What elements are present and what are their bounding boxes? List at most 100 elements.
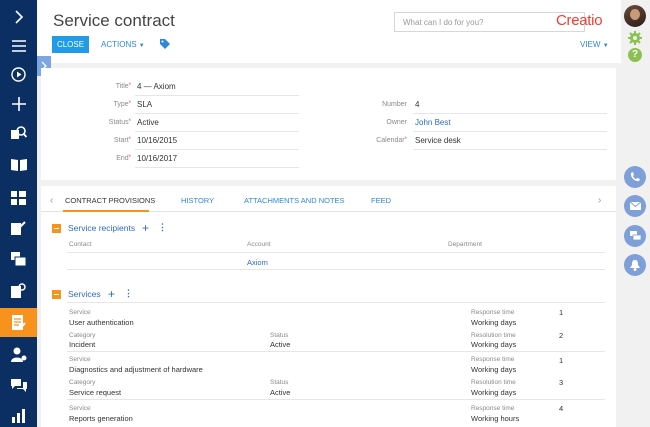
more-menu-icon[interactable]: ⋮ (124, 288, 133, 299)
status-value: Active (137, 118, 159, 127)
service-name: Reports generation (69, 414, 133, 423)
gear-icon[interactable] (628, 31, 642, 45)
tools-icon (11, 283, 26, 298)
sidebar-chat-button[interactable] (0, 371, 37, 400)
tag-icon[interactable] (160, 39, 170, 49)
chat-icon (10, 378, 27, 392)
title-value: 4 — Axiom (137, 82, 176, 91)
label-text: Calendar (376, 137, 405, 144)
divider (67, 302, 605, 303)
divider (67, 399, 605, 400)
section-title[interactable]: Service recipients (68, 223, 135, 233)
field-underline (413, 131, 607, 132)
contract-icon (11, 314, 26, 330)
close-button[interactable]: CLOSE (52, 36, 89, 53)
label-text: End (116, 155, 129, 162)
sidebar-cases-button[interactable] (0, 244, 37, 273)
divider (67, 252, 605, 253)
sidebar-tools-button[interactable] (0, 276, 37, 305)
sidebar-process-button[interactable] (0, 60, 37, 89)
tab-contract-provisions[interactable]: CONTRACT PROVISIONS (65, 196, 155, 205)
caret-down-icon: ▼ (138, 43, 145, 49)
sidebar-knowledge-button[interactable] (0, 150, 37, 179)
more-menu-icon[interactable]: ⋮ (158, 222, 167, 233)
owner-field[interactable]: Owner John Best (321, 116, 607, 132)
service-name: Diagnostics and adjustment of hardware (69, 365, 203, 374)
column-header-department[interactable]: Department (448, 241, 482, 248)
required-mark: * (128, 119, 131, 125)
field-underline (413, 149, 607, 150)
calendar-field[interactable]: Calendar* Service desk (321, 134, 607, 150)
response-time-unit: Working days (471, 318, 517, 327)
calendar-value: Service desk (415, 136, 461, 145)
active-tab-indicator (63, 210, 149, 212)
actions-label: ACTIONS (101, 40, 137, 49)
start-field[interactable]: Start* 10/16/2015 (41, 134, 299, 150)
tab-feed[interactable]: FEED (371, 196, 391, 205)
help-icon[interactable]: ? (628, 48, 642, 62)
page-header: Service contract What can I do for you? … (37, 0, 621, 63)
owner-link[interactable]: John Best (415, 118, 451, 127)
label-text: Status (108, 119, 129, 126)
actions-button[interactable]: ACTIONS ▼ (101, 40, 145, 49)
response-time-unit: Working hours (471, 414, 520, 423)
service-caption: Service (69, 405, 91, 412)
tab-scroll-right-icon[interactable]: › (598, 195, 601, 206)
status-field[interactable]: Status* Active (41, 116, 299, 132)
category-caption: Category (69, 379, 96, 386)
response-time-value: 1 (559, 308, 564, 317)
divider (67, 351, 605, 352)
field-label: Owner (321, 119, 407, 126)
email-button[interactable] (624, 195, 646, 217)
recipient-account-link[interactable]: Axiom (247, 258, 268, 267)
tab-scroll-left-icon[interactable]: ‹ (50, 195, 53, 206)
section-title[interactable]: Services (68, 289, 101, 299)
column-header-account[interactable]: Account (247, 241, 271, 248)
collapse-icon[interactable] (52, 224, 61, 233)
add-icon[interactable]: + (142, 221, 149, 235)
start-value: 10/16/2015 (137, 136, 178, 145)
end-field[interactable]: End* 10/16/2017 (41, 152, 299, 168)
divider (67, 269, 605, 270)
sidebar-dashboards-button[interactable] (0, 183, 37, 212)
tab-history[interactable]: HISTORY (181, 196, 214, 205)
phone-button[interactable] (624, 166, 646, 188)
field-underline (135, 95, 299, 96)
required-mark: * (404, 137, 407, 143)
plus-icon (11, 96, 26, 111)
resolution-time-caption: Resolution time (471, 379, 516, 386)
service-caption: Service (69, 356, 91, 363)
sidebar-service-contracts-button[interactable] (0, 308, 37, 337)
response-time-value: 4 (559, 404, 564, 413)
user-avatar[interactable] (624, 5, 646, 27)
add-icon[interactable]: + (108, 287, 115, 301)
sidebar-search-button[interactable] (0, 118, 37, 147)
sidebar-activities-button[interactable] (0, 213, 37, 242)
resolution-time-unit: Working days (471, 340, 517, 349)
tab-attachments-and-notes[interactable]: ATTACHMENTS AND NOTES (244, 196, 345, 205)
field-label: Calendar* (321, 137, 407, 144)
type-field[interactable]: Type* SLA (41, 98, 299, 114)
response-time-unit: Working days (471, 365, 517, 374)
sidebar-contacts-button[interactable] (0, 340, 37, 369)
required-mark: * (128, 101, 131, 107)
sidebar-menu-button[interactable] (0, 31, 37, 60)
service-recipients-header: Service recipients + ⋮ (52, 221, 352, 236)
sidebar-add-button[interactable] (0, 89, 37, 118)
title-field[interactable]: Title* 4 — Axiom (41, 80, 299, 96)
label-text: Start (113, 137, 129, 144)
notifications-button[interactable] (624, 254, 646, 276)
column-header-contact[interactable]: Contact (69, 241, 91, 248)
sidebar-collapse-button[interactable] (0, 2, 37, 31)
sidebar-analytics-button[interactable] (0, 401, 37, 427)
number-field[interactable]: Number 4 (321, 98, 607, 114)
field-label: Title* (41, 83, 131, 90)
chat-bubbles-icon (629, 231, 641, 241)
messages-button[interactable] (624, 225, 646, 247)
view-button[interactable]: VIEW ▼ (580, 40, 609, 49)
status-value: Active (270, 340, 291, 349)
phone-icon (630, 172, 640, 182)
main-sidebar (0, 0, 37, 427)
status-caption: Status (270, 332, 289, 339)
collapse-icon[interactable] (52, 290, 61, 299)
